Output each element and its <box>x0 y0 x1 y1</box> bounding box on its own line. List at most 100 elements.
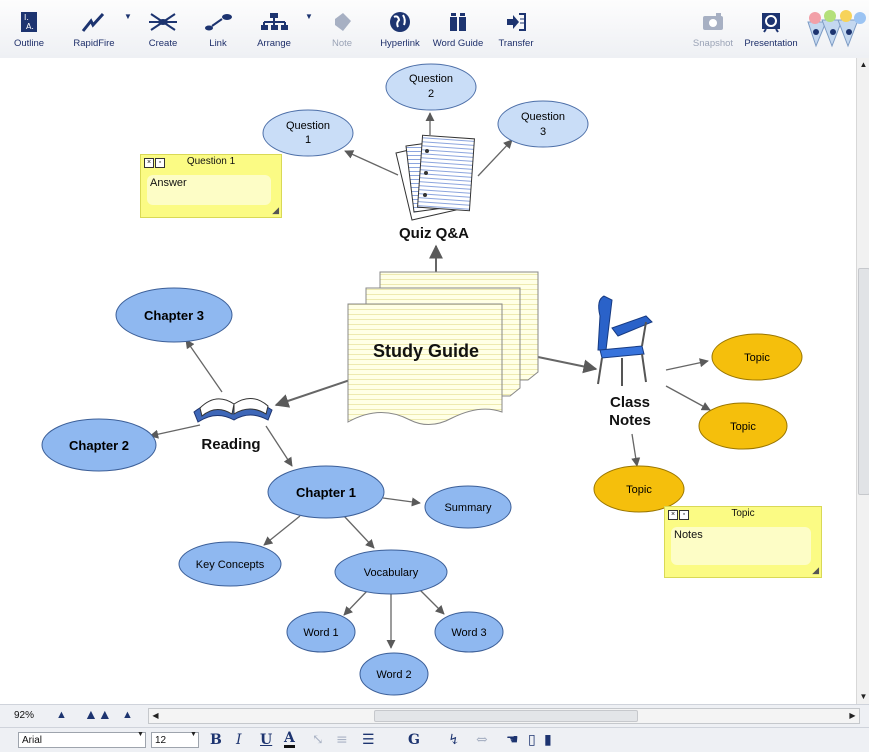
resize-grip-icon[interactable]: ◢ <box>812 565 819 576</box>
question-1-line2: 1 <box>305 134 311 146</box>
note-header: × ▫ Topic <box>665 507 821 520</box>
question-2-line1: Question <box>409 73 453 85</box>
arrow-both-icon[interactable]: ⇔ <box>476 732 488 748</box>
scroll-down-icon[interactable]: ▼ <box>857 690 869 704</box>
text-color-button[interactable]: A <box>284 731 295 748</box>
question-3-node[interactable]: Question 3 <box>497 100 589 148</box>
vertical-scroll-thumb[interactable] <box>858 268 869 495</box>
zoom-fit-icon[interactable]: ▲▲ <box>84 706 112 722</box>
chapter-1-label: Chapter 1 <box>296 485 356 500</box>
note-body[interactable]: Notes <box>671 527 811 565</box>
word-1-node[interactable]: Word 1 <box>286 611 356 653</box>
bold-button[interactable]: B <box>210 732 222 748</box>
pen-icon[interactable]: ▯ <box>528 732 536 748</box>
resize-grip-icon[interactable]: ◢ <box>272 205 279 216</box>
chapter-2-node[interactable]: Chapter 2 <box>41 418 157 472</box>
book-icon <box>430 6 486 38</box>
word-3-node[interactable]: Word 3 <box>434 611 504 653</box>
note-body[interactable]: Answer <box>147 175 271 205</box>
summary-node[interactable]: Summary <box>424 485 512 529</box>
arrange-dropdown-icon[interactable]: ▼ <box>305 12 313 21</box>
transfer-button[interactable]: Transfer <box>494 6 538 49</box>
topic-node-1[interactable]: Topic <box>711 333 803 381</box>
transfer-icon <box>494 6 538 38</box>
note-close-icon[interactable]: × <box>668 510 678 520</box>
scroll-right-icon[interactable]: ▶ <box>846 709 859 723</box>
vertical-scrollbar[interactable]: ▲ ▼ <box>856 58 869 704</box>
note-window-controls: × ▫ <box>144 157 166 168</box>
question-2-line2: 2 <box>428 88 434 100</box>
rapidfire-icon <box>70 6 118 38</box>
note-resize-icon[interactable]: ▫ <box>155 158 165 168</box>
book-icon[interactable] <box>193 398 273 423</box>
vocabulary-node[interactable]: Vocabulary <box>334 549 448 595</box>
scroll-up-icon[interactable]: ▲ <box>857 58 869 72</box>
question-3-line1: Question <box>521 111 565 123</box>
scroll-left-icon[interactable]: ◀ <box>149 709 162 723</box>
topic-note[interactable]: × ▫ Topic Notes ◢ <box>664 506 822 578</box>
study-guide-label: Study Guide <box>373 341 479 361</box>
topic-node-2[interactable]: Topic <box>698 402 788 450</box>
word-1-label: Word 1 <box>303 627 338 639</box>
main-toolbar: I. A. Outline RapidFire ▼ Create Link Arr… <box>0 0 869 59</box>
hyperlink-button[interactable]: Hyperlink <box>376 6 424 49</box>
hand-icon[interactable]: ☚ <box>506 732 519 748</box>
line-thickness-icon[interactable]: ☰ <box>362 732 375 748</box>
line-style-icon[interactable]: ≡ <box>336 732 348 748</box>
class-notes-line1: Class <box>610 394 650 411</box>
arrange-button[interactable]: Arrange <box>252 6 296 49</box>
note-button[interactable]: Note <box>326 6 358 49</box>
zoom-bar: 92% ▲ ▲▲ ▲ ◀ ▶ <box>0 704 869 727</box>
svg-text:I.: I. <box>24 13 29 22</box>
note-icon <box>326 6 358 38</box>
chapter-3-node[interactable]: Chapter 3 <box>115 287 233 343</box>
underline-button[interactable]: U <box>260 732 272 748</box>
italic-button[interactable]: I <box>236 732 242 748</box>
link-button[interactable]: Link <box>200 6 236 49</box>
chapter-2-label: Chapter 2 <box>69 438 129 453</box>
snapshot-button[interactable]: Snapshot <box>688 6 738 49</box>
quiz-label: Quiz Q&A <box>399 225 469 242</box>
link-direction-icon[interactable]: ↯ <box>448 732 460 748</box>
presentation-button[interactable]: Presentation <box>740 6 802 49</box>
word-2-node[interactable]: Word 2 <box>359 652 429 696</box>
note-title: Question 1 <box>186 156 236 167</box>
note-window-controls: × ▫ <box>668 509 690 520</box>
diagram-canvas[interactable]: Study Guide Quiz Q&A Question 1 Question… <box>10 58 856 704</box>
symbol-library-icon[interactable]: G <box>408 732 420 748</box>
rapidfire-dropdown-icon[interactable]: ▼ <box>124 12 132 21</box>
word-guide-button[interactable]: Word Guide <box>430 6 486 49</box>
crayon-icon[interactable]: ▮ <box>544 732 552 748</box>
link-style-icon[interactable]: ⤡ <box>312 732 324 748</box>
topic-2-label: Topic <box>730 421 756 433</box>
horizontal-scroll-thumb[interactable] <box>374 710 638 722</box>
font-size-dropdown-icon[interactable]: ▼ <box>190 731 197 738</box>
horizontal-scrollbar[interactable]: ◀ ▶ <box>148 708 860 724</box>
chapter-1-node[interactable]: Chapter 1 <box>267 465 385 519</box>
school-chair-icon[interactable] <box>597 295 653 386</box>
font-dropdown-icon[interactable]: ▼ <box>137 731 144 738</box>
create-button[interactable]: Create <box>142 6 184 49</box>
font-select[interactable]: Arial <box>18 732 146 748</box>
rapidfire-button[interactable]: RapidFire <box>70 6 118 49</box>
diagram-svg: Study Guide Quiz Q&A Question 1 Question… <box>41 63 803 696</box>
outline-icon: I. A. <box>12 6 46 38</box>
svg-text:A.: A. <box>26 22 34 31</box>
zoom-in-icon[interactable]: ▲ <box>122 709 133 721</box>
key-concepts-node[interactable]: Key Concepts <box>178 541 282 587</box>
question-2-node[interactable]: Question 2 <box>385 63 477 111</box>
zoom-level[interactable]: 92% <box>14 710 34 721</box>
question-1-note[interactable]: × ▫ Question 1 Answer ◢ <box>140 154 282 218</box>
zoom-out-icon[interactable]: ▲ <box>56 709 67 721</box>
topic-3-label: Topic <box>626 484 652 496</box>
word-2-label: Word 2 <box>376 669 411 681</box>
question-1-node[interactable]: Question 1 <box>262 109 354 157</box>
quiz-papers-icon[interactable] <box>395 134 475 221</box>
study-guide-symbol[interactable]: Study Guide <box>347 271 539 425</box>
presentation-icon <box>740 6 802 38</box>
reading-label: Reading <box>201 436 260 453</box>
outline-button[interactable]: I. A. Outline <box>12 6 46 49</box>
note-close-icon[interactable]: × <box>144 158 154 168</box>
word-3-label: Word 3 <box>451 627 486 639</box>
note-resize-icon[interactable]: ▫ <box>679 510 689 520</box>
